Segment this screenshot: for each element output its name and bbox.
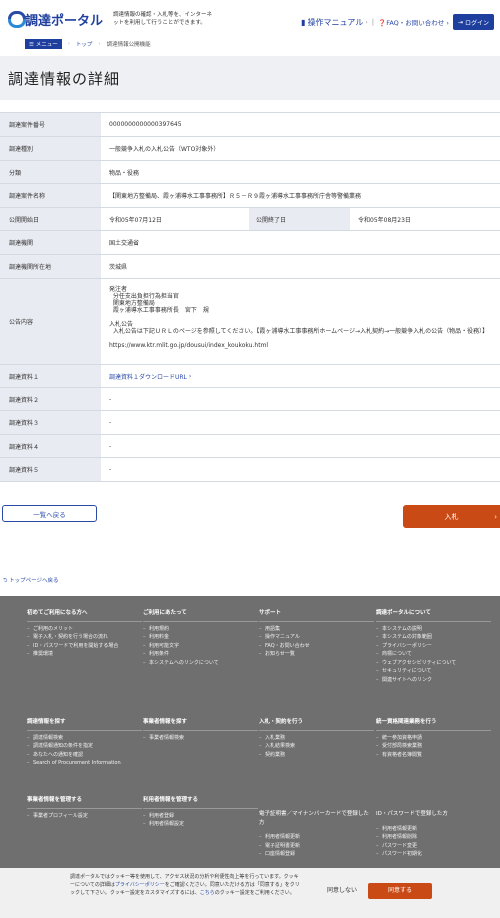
question-icon: ❓: [378, 19, 387, 27]
footer-col-about: 調達ポータルについて 本システムの説明本システムの対象範囲プライバシーポリシー商…: [376, 609, 491, 684]
footer-col-qualification: 統一資格関連業務を行う 統一参加資格申請受付部局検索業務有資格者名簿閲覧: [376, 718, 491, 759]
login-icon: ⇥: [457, 18, 463, 26]
bid-button[interactable]: 入札 ›: [403, 505, 500, 528]
row-type: 調達種別 一般競争入札の入札公告（WTO対象外）: [0, 137, 500, 161]
doc1-download-link[interactable]: 調達資料１ダウンロードURL: [109, 372, 187, 381]
detail-table: 調達案件番号 0000000000000397645 調達種別 一般競争入札の入札公…: [0, 112, 500, 482]
chevron-right-icon: ›: [494, 512, 497, 521]
row-location: 調達機関所在地 茨城県: [0, 255, 500, 279]
return-icon: ⮌: [3, 578, 8, 584]
logo[interactable]: 調達ポータル: [6, 10, 103, 29]
footer-col-search-business: 事業者情報を探す 事業者情報検索: [143, 718, 258, 742]
back-to-top-link[interactable]: ⮌ トップページへ戻る: [3, 576, 59, 586]
footer-col-support: サポート 用語集操作マニュアルFAQ・お問い合わせお知らせ一覧: [259, 609, 374, 659]
footer-col-manage-business: 事業者情報を管理する 事業者プロフィール設定: [27, 796, 142, 820]
privacy-policy-link[interactable]: プライバシーポリシー: [115, 882, 165, 888]
back-to-list-button[interactable]: 一覧へ戻る: [2, 505, 97, 522]
menu-button[interactable]: ☰ メニュー: [25, 39, 62, 49]
row-number: 調達案件番号 0000000000000397645: [0, 113, 500, 137]
cookie-text: 調達ポータルではクッキー等を使用して、アクセス状況の分析や利便性向上等を行ってい…: [70, 874, 300, 896]
row-notice: 公告内容 発注者 分任支出負担行為担当官 関東地方整備局 霞ヶ浦導水工事事務所長 …: [0, 279, 500, 365]
row-doc4: 調達資料４-: [0, 435, 500, 458]
breadcrumb-current: 調達情報公開機能: [106, 42, 151, 48]
tagline: 調達情報の確認・入札等を、インターネットを利用して行うことができます。: [113, 12, 213, 26]
row-agency: 調達機関 国土交通省: [0, 231, 500, 255]
cookie-decline-button[interactable]: 同意しない: [327, 887, 357, 895]
footer-col-manage-user: 利用者情報を管理する 利用者登録利用者情報設定: [143, 796, 258, 829]
row-title: 調達案件名称 【関東地方整備局、霞ヶ浦導水工事事務所】Ｒ５－Ｒ９霞ヶ浦導水工事事務…: [0, 184, 500, 208]
row-doc5: 調達資料５-: [0, 458, 500, 482]
manual-link[interactable]: ▮ 操作マニュアル ›: [301, 17, 368, 28]
footer-col-cert-user: 電子証明書／マイナンバーカードで登録した方 利用者情報更新電子証明書更新口座情報…: [259, 810, 374, 859]
title-bar: 調達情報の詳細: [0, 56, 500, 100]
footer-col-bid: 入札・契約を行う 入札業務入札結果検索契約業務: [259, 718, 374, 759]
footer-col-usage: ご利用にあたって 利用規約利用料金利用可能文字利用条件本システムへのリンクについ…: [143, 609, 258, 667]
footer-col-search-procurement: 調達情報を探す 調達情報検索調達情報通知の条件を指定あなたへの通知を確認Sear…: [27, 718, 142, 768]
footer-col-id-user: ID・パスワードで登録した方 利用者情報更新利用者情報削除パスワード変更パスワー…: [376, 810, 491, 859]
row-doc2: 調達資料２-: [0, 388, 500, 411]
breadcrumb: ☰ メニュー › トップ › 調達情報公開機能: [0, 38, 500, 50]
row-category: 分類 物品・役務: [0, 161, 500, 184]
cookie-banner: 調達ポータルではクッキー等を使用して、アクセス状況の分析や利便性向上等を行ってい…: [0, 868, 500, 918]
row-dates: 公開開始日 令和05年07月12日 公開終了日 令和05年08月23日: [0, 208, 500, 231]
row-doc3: 調達資料３-: [0, 411, 500, 435]
footer-col-first-time: 初めてご利用になる方へ ご利用のメリット電子入札・契約を行う場合の流れID・パス…: [27, 609, 142, 659]
cookie-accept-button[interactable]: 同意する: [368, 883, 432, 899]
cookie-settings-link[interactable]: こちら: [200, 890, 215, 896]
logo-icon: [6, 10, 26, 28]
breadcrumb-top[interactable]: トップ: [76, 40, 93, 48]
faq-link[interactable]: ❓FAQ・お問い合わせ ›: [378, 17, 449, 27]
login-button[interactable]: ⇥ ログイン: [452, 14, 494, 30]
book-icon: ▮: [301, 17, 306, 27]
logo-text: 調達ポータル: [25, 13, 104, 29]
page-title: 調達情報の詳細: [8, 69, 121, 88]
row-doc1: 調達資料１ 調達資料１ダウンロードURL ›: [0, 365, 500, 388]
header: 調達ポータル 調達情報の確認・入札等を、インターネットを利用して行うことができま…: [0, 0, 500, 38]
